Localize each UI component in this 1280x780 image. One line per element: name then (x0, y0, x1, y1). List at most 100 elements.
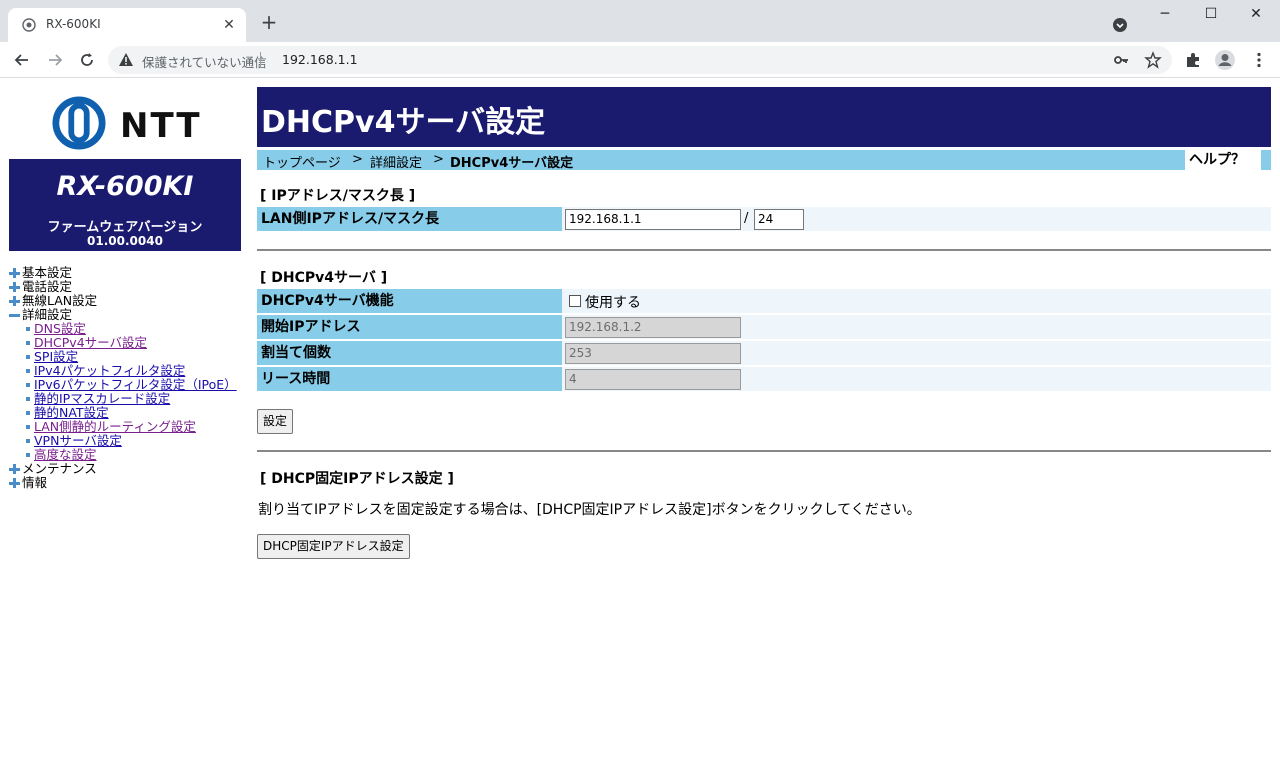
nav-tree: 基本設定 電話設定 無線LAN設定 詳細設定 DNS設定 DHCPv4サーバ設定… (8, 266, 237, 490)
submit-button[interactable]: 設定 (257, 409, 294, 434)
reload-icon[interactable] (77, 50, 97, 70)
breadcrumb-separator: > (352, 152, 363, 167)
firmware-label: ファームウェアバージョン (47, 220, 203, 235)
new-tab-icon[interactable]: + (258, 12, 280, 34)
link-vpn[interactable]: VPNサーバ設定 (34, 434, 122, 448)
bullet-icon (26, 341, 30, 345)
browser-toolbar: 保護されていない通信 192.168.1.1 (0, 42, 1280, 78)
breadcrumb-detail[interactable]: 詳細設定 (370, 152, 422, 171)
globe-icon (22, 18, 36, 32)
window-close-icon[interactable]: ✕ (1243, 6, 1269, 26)
nav-info[interactable]: 情報 (8, 476, 237, 490)
nav-item-spi[interactable]: SPI設定 (8, 350, 237, 364)
sidebar: NTT RX-600KI ファームウェアバージョン 01.00.0040 基本設… (0, 80, 250, 780)
help-link[interactable]: ヘルプ？ (1185, 150, 1261, 170)
tab-search-icon[interactable] (1112, 17, 1128, 33)
lease-row: リース時間 4 (257, 367, 1271, 391)
bullet-icon (26, 411, 30, 415)
nav-wlan[interactable]: 無線LAN設定 (8, 294, 237, 308)
browser-menu-icon[interactable] (1250, 51, 1268, 69)
expand-plus-icon[interactable] (8, 281, 20, 293)
address-bar[interactable]: 保護されていない通信 192.168.1.1 (108, 46, 1172, 74)
nav-item-dhcpv4[interactable]: DHCPv4サーバ設定 (8, 336, 237, 350)
profile-avatar-icon[interactable] (1214, 49, 1236, 71)
warning-icon[interactable] (118, 52, 134, 68)
nav-advanced[interactable]: 詳細設定 (8, 308, 237, 322)
dhcp-enable-checkbox[interactable] (569, 295, 581, 307)
nav-basic[interactable]: 基本設定 (8, 266, 237, 280)
dhcp-function-row: DHCPv4サーバ機能 使用する (257, 289, 1271, 313)
model-info-box: RX-600KI ファームウェアバージョン 01.00.0040 (9, 159, 241, 251)
dhcp-enable-label[interactable]: 使用する (585, 292, 641, 312)
nav-item-static-nat[interactable]: 静的NAT設定 (8, 406, 237, 420)
link-dhcpv4[interactable]: DHCPv4サーバ設定 (34, 336, 147, 350)
extensions-puzzle-icon[interactable] (1184, 51, 1202, 69)
maximize-icon[interactable]: ☐ (1198, 6, 1224, 26)
bullet-icon (26, 425, 30, 429)
forward-arrow-icon[interactable] (45, 50, 65, 70)
bullet-icon (26, 327, 30, 331)
ntt-logo-mark (52, 96, 106, 150)
nav-item-advanced-settings[interactable]: 高度な設定 (8, 448, 237, 462)
lan-ip-row: LAN側IPアドレス/マスク長 192.168.1.1 / 24 (257, 207, 1271, 231)
nav-item-static-masquerade[interactable]: 静的IPマスカレード設定 (8, 392, 237, 406)
tab-title: RX-600KI (46, 17, 101, 31)
dhcp-section-title: [ DHCPv4サーバ ] (260, 270, 388, 286)
link-dns[interactable]: DNS設定 (34, 322, 86, 336)
lan-ip-input[interactable]: 192.168.1.1 (565, 209, 741, 230)
nav-item-lan-routing[interactable]: LAN側静的ルーティング設定 (8, 420, 237, 434)
breadcrumb-top[interactable]: トップページ (263, 152, 341, 171)
key-icon[interactable] (1113, 52, 1129, 68)
firmware-version: 01.00.0040 (87, 234, 163, 248)
fixed-ip-settings-button[interactable]: DHCP固定IPアドレス設定 (257, 534, 410, 559)
link-static-masquerade[interactable]: 静的IPマスカレード設定 (34, 392, 170, 406)
lease-input: 4 (565, 369, 741, 390)
link-static-nat[interactable]: 静的NAT設定 (34, 406, 109, 420)
count-row: 割当て個数 253 (257, 341, 1271, 365)
close-tab-icon[interactable]: ✕ (220, 16, 238, 34)
link-ipv4-filter[interactable]: IPv4パケットフィルタ設定 (34, 364, 185, 378)
link-advanced-settings[interactable]: 高度な設定 (34, 448, 97, 462)
nav-item-dns[interactable]: DNS設定 (8, 322, 237, 336)
omnibox-divider (260, 52, 261, 68)
page-header: DHCPv4サーバ設定 (257, 87, 1271, 147)
minimize-icon[interactable]: ─ (1152, 6, 1178, 26)
back-arrow-icon[interactable] (12, 50, 32, 70)
start-ip-input: 192.168.1.2 (565, 317, 741, 338)
nav-item-vpn[interactable]: VPNサーバ設定 (8, 434, 237, 448)
link-ipv6-filter[interactable]: IPv6パケットフィルタ設定（IPoE） (34, 378, 237, 392)
count-input: 253 (565, 343, 741, 364)
nav-phone[interactable]: 電話設定 (8, 280, 237, 294)
expand-plus-icon[interactable] (8, 463, 20, 475)
browser-tab[interactable]: RX-600KI ✕ (8, 8, 246, 42)
page-title: DHCPv4サーバ設定 (261, 105, 546, 140)
expand-plus-icon[interactable] (8, 267, 20, 279)
bullet-icon (26, 453, 30, 457)
mask-slash: / (744, 211, 749, 226)
link-spi[interactable]: SPI設定 (34, 350, 78, 364)
breadcrumb-separator: > (433, 152, 444, 167)
collapse-minus-icon[interactable] (8, 309, 20, 321)
url-text[interactable]: 192.168.1.1 (282, 52, 358, 67)
logo-text: NTT (120, 106, 202, 146)
count-label: 割当て個数 (257, 341, 562, 365)
expand-plus-icon[interactable] (8, 477, 20, 489)
security-status: 保護されていない通信 (142, 55, 267, 70)
expand-plus-icon[interactable] (8, 295, 20, 307)
nav-maintenance[interactable]: メンテナンス (8, 462, 237, 476)
mask-length-input[interactable]: 24 (754, 209, 804, 230)
breadcrumb: トップページ > 詳細設定 > DHCPv4サーバ設定 ヘルプ？ (257, 150, 1271, 171)
nav-item-ipv4-filter[interactable]: IPv4パケットフィルタ設定 (8, 364, 237, 378)
bookmark-star-icon[interactable] (1144, 51, 1162, 69)
bullet-icon (26, 439, 30, 443)
fixed-ip-description: 割り当てIPアドレスを固定設定する場合は、[DHCP固定IPアドレス設定]ボタン… (258, 502, 921, 518)
model-name: RX-600KI (56, 171, 194, 202)
dhcp-function-label: DHCPv4サーバ機能 (257, 289, 562, 313)
bullet-icon (26, 397, 30, 401)
section-divider (257, 450, 1271, 452)
bullet-icon (26, 369, 30, 373)
link-lan-routing[interactable]: LAN側静的ルーティング設定 (34, 420, 196, 434)
nav-item-ipv6-filter[interactable]: IPv6パケットフィルタ設定（IPoE） (8, 378, 237, 392)
start-ip-row: 開始IPアドレス 192.168.1.2 (257, 315, 1271, 339)
lan-ip-label: LAN側IPアドレス/マスク長 (257, 207, 562, 231)
